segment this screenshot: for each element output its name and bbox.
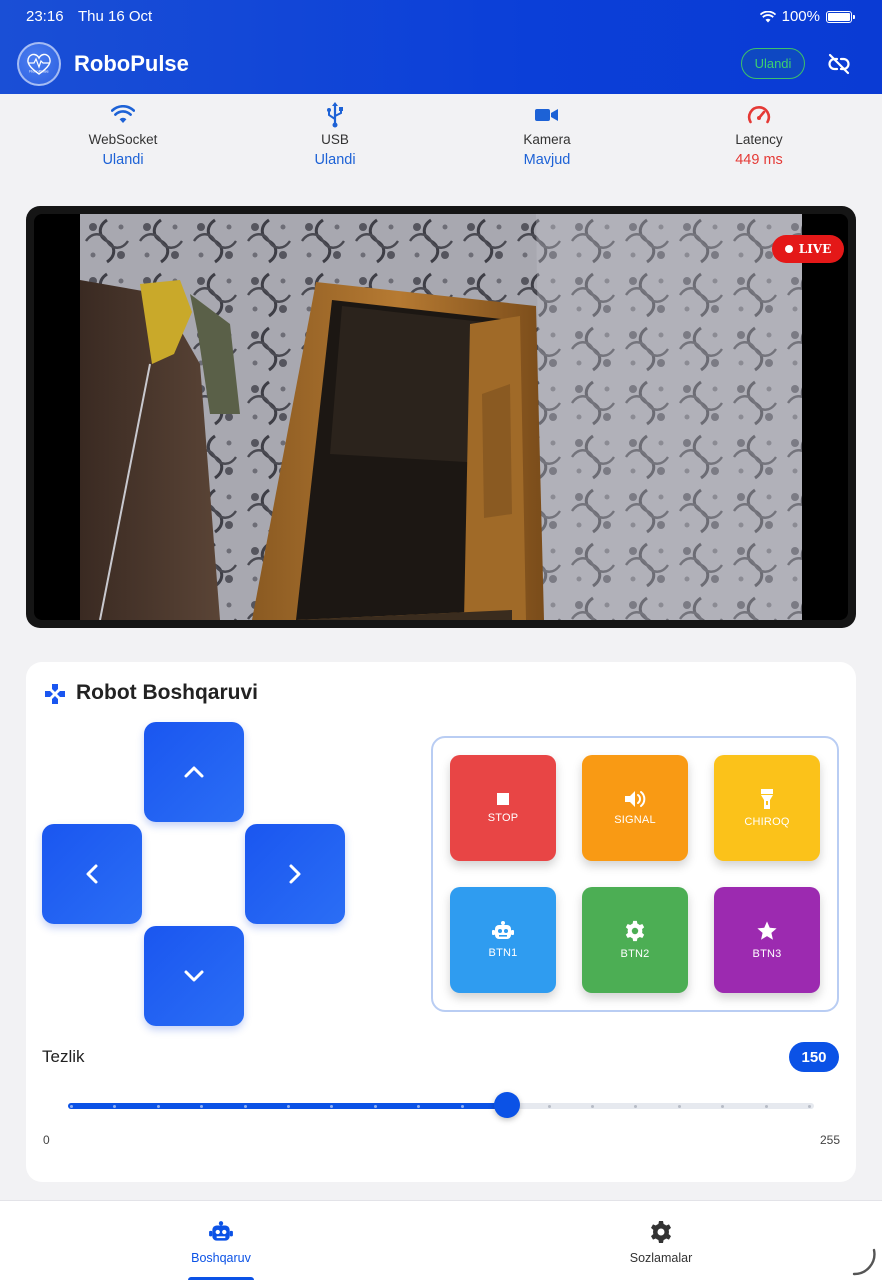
stat-value: 449 ms	[735, 152, 783, 168]
camera-frame: LIVE	[34, 214, 848, 620]
gear-icon	[625, 920, 645, 942]
stat-usb: USB Ulandi	[265, 102, 405, 168]
status-time: 23:16	[26, 8, 64, 25]
bottom-navigation: Boshqaruv Sozlamalar	[0, 1200, 882, 1280]
stat-label: Latency	[735, 132, 783, 147]
status-right: 100%	[759, 8, 855, 25]
stat-value: Ulandi	[102, 152, 144, 168]
slider-tick	[460, 1104, 464, 1108]
action-label: BTN1	[488, 947, 518, 959]
connection-status-strip: WebSocket Ulandi USB Ulandi Kamera Mavju…	[0, 94, 882, 180]
system-status-bar: 23:16 Thu 16 Oct 100%	[26, 8, 855, 28]
action-label: SIGNAL	[614, 814, 656, 826]
speed-slider-track[interactable]	[68, 1103, 814, 1109]
nav-item-boshqaruv[interactable]: Boshqaruv	[151, 1219, 291, 1265]
live-badge: LIVE	[772, 235, 844, 263]
signal-button[interactable]: SIGNAL	[582, 755, 688, 861]
slider-tick	[764, 1104, 768, 1108]
speed-min-label: 0	[43, 1133, 50, 1147]
nav-label: Boshqaruv	[191, 1251, 251, 1265]
status-date: Thu 16 Oct	[78, 8, 153, 25]
gear-icon	[651, 1221, 671, 1243]
robot-control-card: Robot Boshqaruvi STOP SIGNAL CHIROQ BTN1…	[26, 662, 856, 1182]
slider-tick	[70, 1104, 73, 1108]
speed-label: Tezlik	[42, 1047, 85, 1066]
slider-tick	[373, 1104, 377, 1108]
live-label: LIVE	[798, 242, 832, 256]
slider-tick	[590, 1104, 594, 1108]
flashlight-button[interactable]: CHIROQ	[714, 755, 820, 861]
speaker-icon	[625, 791, 646, 807]
move-up-button[interactable]	[144, 722, 244, 822]
btn1-button[interactable]: BTN1	[450, 887, 556, 993]
move-right-button[interactable]	[245, 824, 345, 924]
slider-tick	[808, 1104, 811, 1108]
stat-label: USB	[321, 132, 349, 147]
camera-feed-image	[80, 214, 802, 620]
battery-icon	[826, 10, 855, 23]
stop-icon	[497, 793, 509, 805]
connection-status-badge: Ulandi	[741, 48, 805, 79]
wifi-icon	[53, 102, 193, 128]
app-header: 23:16 Thu 16 Oct 100% RoboPulse RoboPuls…	[0, 0, 882, 94]
stat-latency: Latency 449 ms	[689, 102, 829, 168]
camera-view: LIVE	[26, 206, 856, 628]
move-left-button[interactable]	[42, 824, 142, 924]
nav-label: Sozlamalar	[629, 1251, 693, 1265]
resize-corner-icon	[852, 1248, 876, 1276]
control-title: Robot Boshqaruvi	[76, 681, 258, 704]
stat-label: WebSocket	[88, 132, 158, 147]
move-down-button[interactable]	[144, 926, 244, 1026]
slider-tick	[721, 1104, 725, 1108]
chevron-left-icon	[86, 864, 98, 884]
slider-tick	[200, 1104, 204, 1108]
action-label: STOP	[487, 812, 519, 824]
btn2-button[interactable]: BTN2	[582, 887, 688, 993]
battery-percent: 100%	[781, 8, 820, 25]
speed-slider-thumb[interactable]	[493, 1092, 520, 1118]
stat-value: Ulandi	[314, 152, 356, 168]
unlink-icon	[828, 53, 850, 75]
stat-label: Kamera	[523, 132, 571, 147]
btn3-button[interactable]: BTN3	[714, 887, 820, 993]
slider-tick	[287, 1104, 291, 1108]
nav-item-sozlamalar[interactable]: Sozlamalar	[591, 1219, 731, 1265]
star-icon	[757, 921, 777, 940]
action-label: BTN3	[752, 948, 782, 960]
slider-tick	[634, 1104, 638, 1108]
chevron-up-icon	[184, 766, 204, 778]
stat-camera: Kamera Mavjud	[477, 102, 617, 168]
chevron-down-icon	[184, 970, 204, 982]
wifi-status-icon	[759, 10, 776, 22]
slider-tick	[547, 1104, 551, 1108]
gamepad-icon	[45, 684, 65, 704]
slider-tick	[243, 1104, 247, 1108]
speed-value-badge: 150	[789, 1042, 839, 1072]
app-title: RoboPulse	[74, 51, 189, 76]
logo-text: RoboPulse	[29, 69, 49, 74]
robot-icon	[209, 1221, 233, 1241]
live-dot-icon	[784, 245, 793, 253]
usb-icon	[265, 102, 405, 128]
stop-button[interactable]: STOP	[450, 755, 556, 861]
stat-websocket: WebSocket Ulandi	[53, 102, 193, 168]
chevron-right-icon	[289, 864, 301, 884]
action-buttons-panel: STOP SIGNAL CHIROQ BTN1 BTN2 BTN3	[431, 736, 839, 1012]
flashlight-icon	[761, 789, 773, 809]
action-label: CHIROQ	[744, 816, 790, 828]
disconnect-button[interactable]	[826, 52, 852, 76]
slider-tick	[417, 1104, 421, 1108]
robot-icon	[492, 921, 514, 939]
action-label: BTN2	[620, 948, 650, 960]
slider-tick	[677, 1104, 681, 1108]
stat-value: Mavjud	[523, 152, 571, 168]
speedometer-icon	[689, 102, 829, 128]
app-logo: RoboPulse	[17, 42, 61, 86]
speed-max-label: 255	[819, 1133, 840, 1147]
video-camera-icon	[477, 102, 617, 128]
slider-tick	[156, 1104, 160, 1108]
